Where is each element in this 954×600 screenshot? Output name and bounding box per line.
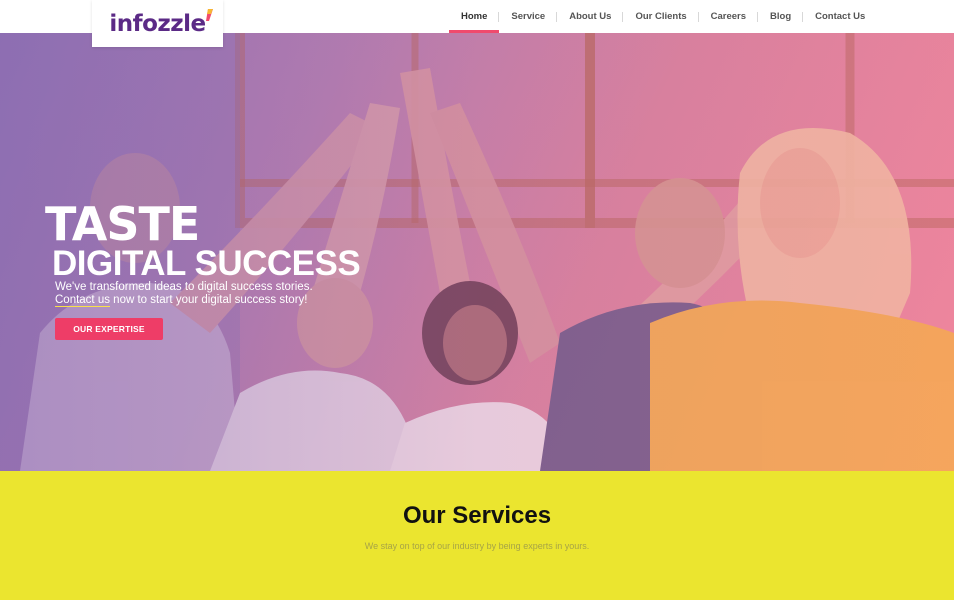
services-description: We stay on top of our industry by being … <box>364 541 590 551</box>
nav-item-label: Service <box>511 11 546 22</box>
nav-item-home[interactable]: Home <box>449 0 500 33</box>
services-section: Our Services We stay on top of our indus… <box>0 471 954 600</box>
nav-item-blog[interactable]: Blog <box>758 0 804 33</box>
services-title: Our Services <box>402 502 552 529</box>
nav-item-label: About Us <box>569 11 612 22</box>
hero-banner: TASTE DIGITAL SUCCESS We've transformed … <box>0 33 954 471</box>
main-nav: Home Service About Us Our Clients Career… <box>449 0 877 33</box>
contact-us-link[interactable]: Contact us <box>55 294 110 307</box>
nav-item-label: Careers <box>710 11 747 22</box>
nav-item-about-us[interactable]: About Us <box>557 0 624 33</box>
logo-text: infozzle <box>109 10 206 37</box>
hero-contact-text: now to start your digital success story! <box>109 294 308 306</box>
nav-item-careers[interactable]: Careers <box>699 0 759 33</box>
nav-item-label: Home <box>461 11 488 22</box>
logo[interactable]: infozzle <box>92 0 223 47</box>
nav-item-our-clients[interactable]: Our Clients <box>623 0 699 33</box>
nav-item-label: Blog <box>770 11 792 22</box>
nav-item-contact-us[interactable]: Contact Us <box>803 0 877 33</box>
logo-mark-icon <box>206 9 213 21</box>
hero-title: TASTE <box>45 197 200 251</box>
our-expertise-button[interactable]: OUR EXPERTISE <box>55 318 163 340</box>
nav-item-label: Contact Us <box>815 11 866 22</box>
hero-contact-line: Contact us now to start your digital suc… <box>55 294 308 307</box>
site-header: infozzle Home Service About Us Our Clien… <box>0 0 954 47</box>
hero-subtitle: DIGITAL SUCCESS <box>52 244 361 283</box>
hero-tagline: We've transformed ideas to digital succe… <box>55 281 313 293</box>
nav-item-service[interactable]: Service <box>499 0 558 33</box>
nav-item-label: Our Clients <box>635 11 687 22</box>
